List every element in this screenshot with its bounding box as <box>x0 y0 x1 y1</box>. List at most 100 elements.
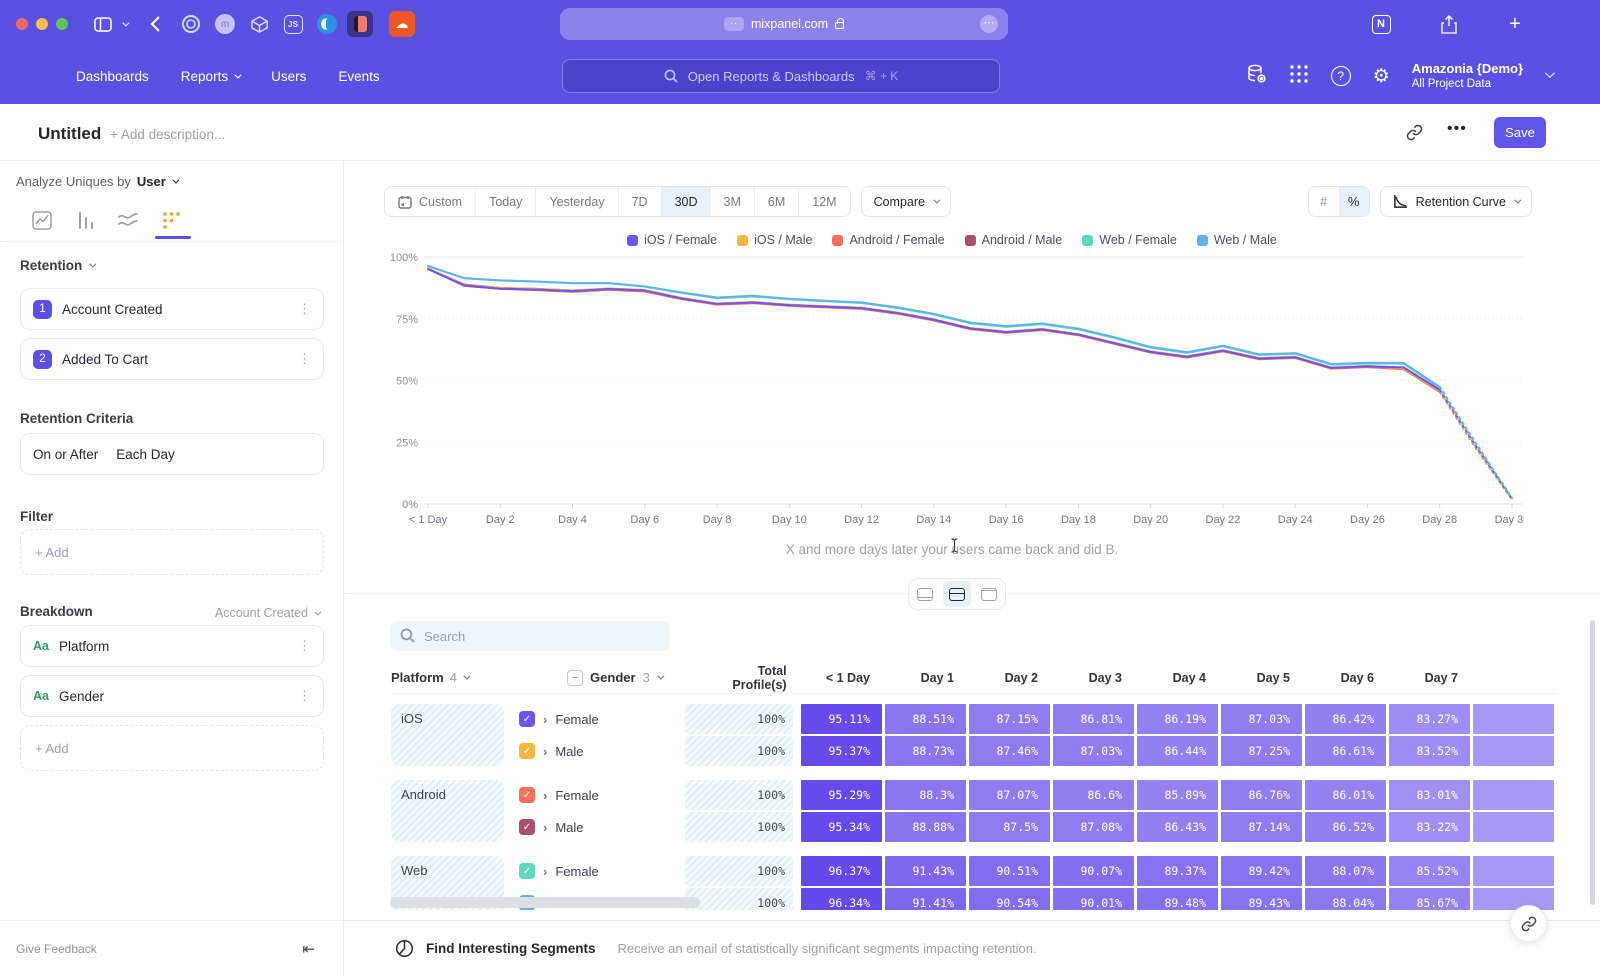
cloud-extension-icon[interactable]: ☁ <box>389 11 415 37</box>
retention-value-cell[interactable]: 96.34% <box>801 888 882 910</box>
back-icon[interactable] <box>142 11 168 37</box>
range-7d[interactable]: 7D <box>619 187 662 216</box>
retention-value-cell[interactable]: 91.43% <box>885 856 966 886</box>
range-today[interactable]: Today <box>476 187 536 216</box>
retention-value-cell[interactable]: 86.43% <box>1137 812 1218 842</box>
nav-link-dashboards[interactable]: Dashboards <box>76 69 149 84</box>
chevron-down-icon[interactable] <box>116 11 132 37</box>
report-title[interactable]: Untitled <box>38 124 101 144</box>
tab-funnels[interactable] <box>73 208 97 232</box>
help-icon[interactable]: ? <box>1331 66 1351 86</box>
avatar-m-icon[interactable]: m <box>212 11 238 37</box>
retention-section-header[interactable]: Retention <box>20 258 94 273</box>
day-column-header[interactable]: Day 5 <box>1221 671 1302 685</box>
breakdown-scope-dropdown[interactable]: Account Created <box>215 606 319 620</box>
platform-cell[interactable]: Android <box>391 780 504 842</box>
retention-value-cell[interactable] <box>1473 704 1554 734</box>
new-tab-icon[interactable]: + <box>1502 11 1528 37</box>
retention-chart[interactable]: 0%25%50%75%100%< 1 DayDay 2Day 4Day 6Day… <box>384 249 1524 537</box>
series-checkbox-icon[interactable]: ✓ <box>519 787 535 803</box>
event-card-added-to-cart[interactable]: 2 Added To Cart ⋮ <box>20 338 324 380</box>
retention-value-cell[interactable]: 89.48% <box>1137 888 1218 910</box>
retention-value-cell[interactable]: 95.29% <box>801 780 882 810</box>
retention-value-cell[interactable] <box>1473 736 1554 766</box>
gender-column-header[interactable]: – Gender3 <box>567 670 700 686</box>
range-custom[interactable]: Custom <box>385 187 476 216</box>
retention-value-cell[interactable]: 86.61% <box>1305 736 1386 766</box>
retention-value-cell[interactable]: 87.03% <box>1221 704 1302 734</box>
expand-row-icon[interactable]: › <box>543 820 547 835</box>
retention-value-cell[interactable]: 88.04% <box>1305 888 1386 910</box>
range-6m[interactable]: 6M <box>755 187 799 216</box>
platform-cell[interactable]: iOS <box>391 704 504 766</box>
retention-value-cell[interactable] <box>1473 812 1554 842</box>
retention-value-cell[interactable]: 88.07% <box>1305 856 1386 886</box>
chart-type-dropdown[interactable]: Retention Curve <box>1380 186 1532 217</box>
day-column-header[interactable]: Day 4 <box>1137 671 1218 685</box>
share-icon[interactable] <box>1436 11 1462 37</box>
expand-row-icon[interactable]: › <box>543 788 547 803</box>
day-column-header[interactable]: Day 3 <box>1053 671 1134 685</box>
retention-value-cell[interactable]: 95.11% <box>801 704 882 734</box>
legend-item-ios---female[interactable]: iOS / Female <box>627 233 717 247</box>
report-description-placeholder[interactable]: + Add description... <box>110 127 225 142</box>
layout-split-button[interactable] <box>943 581 971 607</box>
retention-value-cell[interactable]: 88.73% <box>885 736 966 766</box>
nav-link-events[interactable]: Events <box>338 69 379 84</box>
retention-value-cell[interactable]: 89.43% <box>1221 888 1302 910</box>
tab-insights[interactable] <box>30 208 54 232</box>
copy-link-icon[interactable] <box>1406 124 1423 146</box>
retention-criteria-card[interactable]: On or After Each Day <box>20 433 324 475</box>
legend-item-web---male[interactable]: Web / Male <box>1197 233 1277 247</box>
retention-value-cell[interactable]: 90.07% <box>1053 856 1134 886</box>
series-checkbox-icon[interactable]: ✓ <box>519 711 535 727</box>
retention-value-cell[interactable]: 86.52% <box>1305 812 1386 842</box>
retention-value-cell[interactable]: 86.01% <box>1305 780 1386 810</box>
series-checkbox-icon[interactable]: ✓ <box>519 863 535 879</box>
apps-grid-icon[interactable] <box>1289 64 1309 89</box>
add-filter-button[interactable]: + Add <box>20 529 324 575</box>
retention-value-cell[interactable]: 87.08% <box>1053 812 1134 842</box>
minimize-window-icon[interactable] <box>36 18 48 30</box>
retention-value-cell[interactable]: 88.3% <box>885 780 966 810</box>
breakdown-card-platform[interactable]: Aa Platform ⋮ <box>20 625 324 667</box>
collapse-sidebar-icon[interactable]: ⇤ <box>302 940 315 958</box>
retention-value-cell[interactable]: 85.67% <box>1389 888 1470 910</box>
add-breakdown-button[interactable]: + Add <box>20 725 324 771</box>
cube-icon[interactable] <box>246 11 272 37</box>
legend-item-android---male[interactable]: Android / Male <box>965 233 1063 247</box>
nav-link-reports[interactable]: Reports <box>181 69 239 84</box>
retention-value-cell[interactable]: 95.37% <box>801 736 882 766</box>
save-button[interactable]: Save <box>1494 117 1546 148</box>
give-feedback-link[interactable]: Give Feedback <box>16 942 97 956</box>
address-more-icon[interactable]: ⋯ <box>980 15 998 33</box>
retention-value-cell[interactable]: 87.14% <box>1221 812 1302 842</box>
retention-value-cell[interactable]: 90.01% <box>1053 888 1134 910</box>
platform-column-header[interactable]: Platform4 <box>391 670 540 685</box>
legend-item-android---female[interactable]: Android / Female <box>832 233 944 247</box>
retention-value-cell[interactable]: 96.37% <box>801 856 882 886</box>
zoom-window-icon[interactable] <box>56 18 68 30</box>
range-12m[interactable]: 12M <box>799 187 849 216</box>
legend-item-web---female[interactable]: Web / Female <box>1082 233 1177 247</box>
number-format-button[interactable]: # <box>1309 187 1339 216</box>
retention-value-cell[interactable]: 87.15% <box>969 704 1050 734</box>
close-window-icon[interactable] <box>16 18 28 30</box>
retention-value-cell[interactable]: 87.03% <box>1053 736 1134 766</box>
retention-value-cell[interactable]: 90.51% <box>969 856 1050 886</box>
day-column-header[interactable]: < 1 Day <box>801 671 882 685</box>
series-checkbox-icon[interactable]: ✓ <box>519 743 535 759</box>
range-3m[interactable]: 3M <box>711 187 755 216</box>
criteria-interval[interactable]: Each Day <box>116 447 175 462</box>
retention-value-cell[interactable] <box>1473 888 1554 910</box>
retention-value-cell[interactable]: 87.46% <box>969 736 1050 766</box>
retention-value-cell[interactable]: 86.44% <box>1137 736 1218 766</box>
layout-chart-only-button[interactable] <box>911 581 939 607</box>
retention-value-cell[interactable] <box>1473 780 1554 810</box>
retention-value-cell[interactable]: 83.27% <box>1389 704 1470 734</box>
percent-format-button[interactable]: % <box>1339 187 1369 216</box>
retention-value-cell[interactable]: 86.76% <box>1221 780 1302 810</box>
analyze-value-dropdown[interactable]: User <box>137 174 177 189</box>
expand-row-icon[interactable]: › <box>543 712 547 727</box>
range-30d[interactable]: 30D <box>662 187 711 216</box>
